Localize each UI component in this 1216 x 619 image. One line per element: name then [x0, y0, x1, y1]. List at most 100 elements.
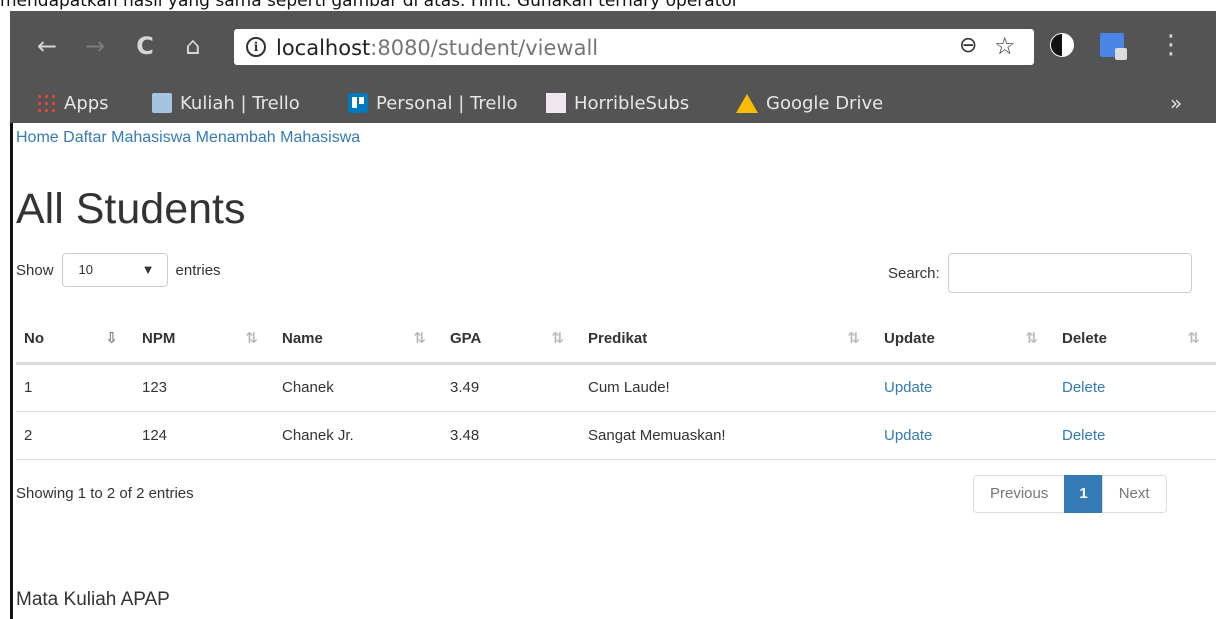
reload-icon[interactable]: C: [130, 31, 160, 61]
table-row: 1 123 Chanek 3.49 Cum Laude! Update Dele…: [16, 363, 1216, 412]
cell-gpa: 3.48: [442, 411, 580, 460]
sort-icon: ⇅: [847, 329, 860, 347]
update-link[interactable]: Update: [884, 379, 932, 396]
sort-icon: ⇅: [413, 329, 426, 347]
column-header-npm[interactable]: NPM ⇅: [134, 315, 274, 365]
cell-no: 1: [16, 363, 134, 412]
pagination: Previous 1 Next: [973, 475, 1167, 513]
column-header-delete[interactable]: Delete ⇅: [1054, 315, 1216, 365]
nav-link-daftar-mahasiswa[interactable]: Daftar Mahasiswa: [63, 129, 191, 146]
column-header-label: No: [24, 329, 44, 347]
browser-toolbar: ← → C ⌂ i localhost:8080/student/viewall…: [10, 11, 1216, 83]
screenshot-root: mendapatkan hasil yang sama seperti gamb…: [0, 0, 1216, 619]
info-icon[interactable]: i: [246, 37, 266, 57]
browser-menu-icon[interactable]: ⋮: [1158, 29, 1184, 63]
sort-icon: ⇅: [1025, 329, 1038, 347]
address-bar[interactable]: i localhost:8080/student/viewall ⊖ ☆: [234, 29, 1034, 65]
bookmark-label: HorribleSubs: [574, 92, 690, 114]
cell-name: Chanek Jr.: [274, 411, 442, 460]
table-row: 2 124 Chanek Jr. 3.48 Sangat Memuaskan! …: [16, 411, 1216, 460]
column-header-label: Delete: [1062, 329, 1108, 347]
page-length-control: Show 10 ▼ entries: [16, 253, 221, 287]
sort-icon: ⇅: [1187, 329, 1200, 347]
trello-board-icon: [152, 93, 172, 113]
bookmark-star-icon[interactable]: ☆: [994, 32, 1016, 60]
students-table: No ⇩ NPM ⇅ Name ⇅ GPA ⇅ Predikat ⇅ Update ⇅ De…: [16, 315, 1216, 460]
search-input[interactable]: [947, 253, 1192, 293]
column-header-label: Update: [884, 329, 935, 347]
cell-predikat: Sangat Memuaskan!: [580, 411, 876, 460]
nav-link-menambah-mahasiswa[interactable]: Menambah Mahasiswa: [196, 129, 361, 146]
previous-page-button[interactable]: Previous: [973, 475, 1066, 513]
column-header-label: NPM: [142, 329, 176, 347]
bookmark-horriblesubs[interactable]: HorribleSubs: [546, 91, 689, 115]
browser-chrome: ← → C ⌂ i localhost:8080/student/viewall…: [10, 11, 1216, 123]
cell-npm: 124: [134, 411, 274, 460]
page-content: Home Daftar Mahasiswa Menambah Mahasiswa…: [16, 123, 1216, 619]
entries-label: entries: [175, 261, 221, 279]
cell-delete: Delete: [1054, 363, 1216, 412]
cell-gpa: 3.49: [442, 363, 580, 412]
column-header-label: Name: [282, 329, 323, 347]
delete-link[interactable]: Delete: [1062, 427, 1105, 444]
top-nav: Home Daftar Mahasiswa Menambah Mahasiswa: [16, 129, 360, 147]
bookmarks-bar: Apps Kuliah | Trello Personal | Trello H…: [10, 83, 1216, 123]
update-link[interactable]: Update: [884, 427, 932, 444]
cell-npm: 123: [134, 363, 274, 412]
table-header-row: No ⇩ NPM ⇅ Name ⇅ GPA ⇅ Predikat ⇅ Update ⇅ De…: [16, 315, 1216, 365]
sort-icon: ⇅: [245, 329, 258, 347]
url-host: localhost: [276, 36, 371, 60]
more-bookmarks-icon[interactable]: »: [1170, 91, 1182, 115]
bookmark-label: Personal | Trello: [376, 92, 518, 114]
google-drive-icon: [736, 93, 758, 113]
nav-link-home[interactable]: Home: [16, 129, 59, 146]
bookmark-label: Apps: [64, 92, 109, 114]
page-length-value: 10: [78, 262, 93, 277]
trello-logo-icon: [348, 93, 368, 113]
cell-delete: Delete: [1054, 411, 1216, 460]
home-icon[interactable]: ⌂: [178, 31, 208, 61]
back-arrow-icon[interactable]: ←: [32, 31, 62, 61]
page-title: All Students: [16, 185, 246, 233]
column-header-no[interactable]: No ⇩: [16, 315, 134, 365]
bookmark-google-drive[interactable]: Google Drive: [736, 91, 883, 115]
dark-mode-extension-icon[interactable]: [1050, 33, 1074, 57]
sort-ascending-icon: ⇩: [105, 329, 118, 347]
url-path: :8080/student/viewall: [370, 36, 599, 60]
page-1-button[interactable]: 1: [1064, 475, 1103, 513]
column-header-gpa[interactable]: GPA ⇅: [442, 315, 580, 365]
apps-grid-icon: [36, 93, 56, 113]
cell-update: Update: [876, 411, 1054, 460]
column-header-name[interactable]: Name ⇅: [274, 315, 442, 365]
bookmark-kuliah-trello[interactable]: Kuliah | Trello: [152, 91, 300, 115]
forward-arrow-icon[interactable]: →: [80, 31, 110, 61]
column-header-update[interactable]: Update ⇅: [876, 315, 1054, 365]
sort-icon: ⇅: [551, 329, 564, 347]
next-page-button[interactable]: Next: [1101, 475, 1167, 513]
column-header-label: Predikat: [588, 329, 648, 347]
column-header-predikat[interactable]: Predikat ⇅: [580, 315, 876, 365]
left-window-edge: [10, 123, 13, 619]
table-search: Search:: [888, 253, 1192, 293]
delete-link[interactable]: Delete: [1062, 379, 1105, 396]
bookmark-label: Google Drive: [766, 92, 884, 114]
cell-no: 2: [16, 411, 134, 460]
cell-predikat: Cum Laude!: [580, 363, 876, 412]
cropped-caption-text: mendapatkan hasil yang sama seperti gamb…: [0, 0, 739, 11]
address-url: localhost:8080/student/viewall: [276, 36, 598, 60]
show-label: Show: [16, 261, 54, 279]
footer-text: Mata Kuliah APAP: [16, 589, 170, 610]
table-info: Showing 1 to 2 of 2 entries: [16, 485, 194, 502]
bookmark-personal-trello[interactable]: Personal | Trello: [348, 91, 517, 115]
page-length-select[interactable]: 10 ▼: [61, 253, 168, 287]
google-translate-extension-icon[interactable]: [1100, 33, 1127, 60]
horriblesubs-icon: [546, 93, 566, 113]
bookmark-label: Kuliah | Trello: [180, 92, 300, 114]
cell-name: Chanek: [274, 363, 442, 412]
bookmark-apps[interactable]: Apps: [36, 91, 109, 115]
caret-down-icon: ▼: [141, 262, 155, 277]
search-label: Search:: [888, 264, 940, 282]
cell-update: Update: [876, 363, 1054, 412]
zoom-icon[interactable]: ⊖: [959, 33, 977, 58]
column-header-label: GPA: [450, 329, 482, 347]
